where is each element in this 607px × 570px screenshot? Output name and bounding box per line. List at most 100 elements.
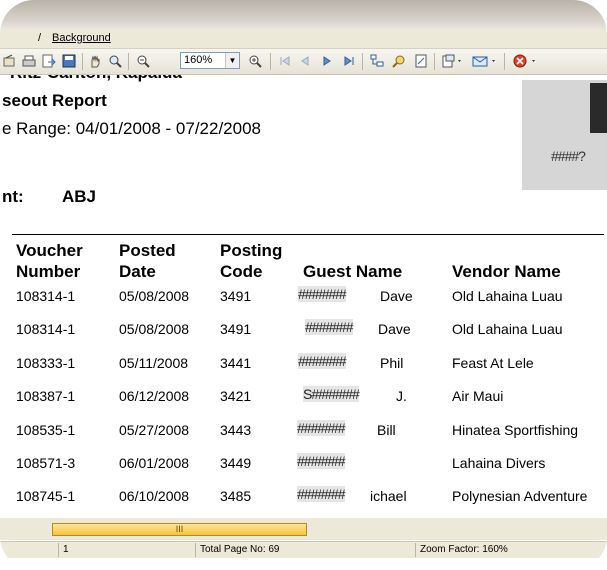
print-icon[interactable]: [20, 52, 38, 70]
horizontal-scrollbar[interactable]: III: [0, 518, 607, 540]
status-bar: 1 Total Page No: 69 Zoom Factor: 160%: [0, 541, 607, 558]
status-zoom-factor: Zoom Factor: 160%: [415, 543, 600, 557]
vendor-name-cell: Polynesian Adventure: [452, 488, 588, 504]
voucher-number-cell: 108387-1: [16, 388, 76, 404]
menu-background[interactable]: Background: [52, 32, 111, 44]
posting-code-cell: 3449: [220, 455, 252, 471]
first-page-icon[interactable]: [276, 52, 294, 70]
status-current-page: 1: [58, 543, 191, 557]
posted-date-cell: 06/01/2008: [119, 455, 190, 471]
hand-tool-icon[interactable]: [86, 52, 104, 70]
window-caption: [0, 0, 607, 30]
logo-mark: [590, 83, 607, 133]
toolbar: 160% ▼: [0, 49, 607, 75]
vendor-name-cell: Air Maui: [452, 388, 504, 404]
guest-name-redaction: #######: [298, 286, 347, 302]
posted-date-cell: 06/10/2008: [119, 488, 190, 504]
col-header-posting-line1: Posting: [220, 241, 283, 260]
guest-name-cell: Phil: [380, 355, 404, 371]
guest-name-redaction: #######: [298, 353, 347, 369]
col-header-voucher-line2: Number: [16, 262, 81, 281]
report-title: seout Report: [2, 91, 107, 110]
guest-name-cell: ichael: [370, 488, 407, 504]
guest-name-redaction: #######: [297, 420, 346, 436]
export-menu-icon[interactable]: [440, 52, 466, 70]
toolbar-separator: [504, 53, 505, 70]
vendor-name-cell: Hinatea Sportfishing: [452, 422, 579, 438]
menu-item-edge[interactable]: /: [38, 32, 41, 44]
vendor-name-cell: Old Lahaina Luau: [452, 288, 563, 304]
col-header-posted-line1: Posted: [119, 241, 176, 260]
menu-bar: / Background: [0, 30, 607, 49]
last-page-icon[interactable]: [340, 52, 358, 70]
page-setup-icon[interactable]: [412, 52, 430, 70]
guest-name-redaction: #######: [305, 319, 354, 335]
table-top-rule: [12, 234, 604, 235]
print-setup-icon[interactable]: [0, 52, 18, 70]
posting-code-cell: 3491: [220, 321, 252, 337]
vendor-name-cell: Feast At Lele: [452, 355, 534, 371]
posted-date-cell: 05/27/2008: [119, 422, 190, 438]
toolbar-separator: [82, 53, 83, 70]
posting-code-cell: 3443: [220, 422, 252, 438]
col-header-voucher: Voucher Number: [16, 240, 83, 282]
posting-code-cell: 3421: [220, 388, 252, 404]
col-header-posting-code: Posting Code: [220, 240, 282, 282]
col-header-guest-name: Guest Name: [303, 262, 403, 281]
voucher-number-cell: 108745-1: [16, 488, 76, 504]
voucher-number-cell: 108535-1: [16, 422, 76, 438]
guest-name-redaction: #######: [297, 453, 346, 469]
toolbar-separator: [270, 53, 271, 70]
agent-label: nt:: [2, 187, 24, 206]
guest-name-cell: Dave: [380, 288, 413, 304]
close-report-icon[interactable]: [510, 52, 540, 70]
toolbar-separator: [434, 53, 435, 70]
scroll-thumb-grip: III: [175, 524, 184, 534]
hotel-name: Ritz-Carlton, Kapalua: [10, 75, 182, 83]
posting-code-cell: 3441: [220, 355, 252, 371]
next-page-icon[interactable]: [318, 52, 336, 70]
export-icon[interactable]: [40, 52, 58, 70]
scroll-thumb[interactable]: III: [52, 523, 307, 536]
logo-redaction: ####?: [551, 148, 586, 164]
report-page: Ritz-Carlton, Kapalua seout Report e Ran…: [0, 75, 607, 517]
guest-name-cell: J.: [396, 388, 407, 404]
posted-date-cell: 06/12/2008: [119, 388, 190, 404]
save-icon[interactable]: [60, 52, 78, 70]
date-range: e Range: 04/01/2008 - 07/22/2008: [2, 119, 261, 138]
email-icon[interactable]: [470, 52, 500, 70]
col-header-posted-date: Posted Date: [119, 240, 176, 282]
voucher-number-cell: 108333-1: [16, 355, 76, 371]
zoom-out-icon[interactable]: [134, 52, 152, 70]
zoom-tool-icon[interactable]: [106, 52, 124, 70]
guest-name-cell: Dave: [378, 321, 411, 337]
zoom-in-icon[interactable]: [246, 52, 264, 70]
posted-date-cell: 05/08/2008: [119, 288, 190, 304]
posting-code-cell: 3485: [220, 488, 252, 504]
zoom-select-spacer: [154, 52, 172, 70]
report-viewer-window: / Background 160% ▼ seout Report e Range…: [0, 0, 607, 570]
posting-code-cell: 3491: [220, 288, 252, 304]
voucher-number-cell: 108571-3: [16, 455, 76, 471]
guest-name-redaction: #######: [297, 486, 346, 502]
search-icon[interactable]: [390, 52, 408, 70]
toolbar-separator: [128, 53, 129, 70]
voucher-number-cell: 108314-1: [16, 321, 76, 337]
chevron-down-icon[interactable]: ▼: [225, 53, 239, 68]
toolbar-separator: [362, 53, 363, 70]
posted-date-cell: 05/08/2008: [119, 321, 190, 337]
group-tree-icon[interactable]: [368, 52, 386, 70]
agent-value: ABJ: [62, 187, 97, 206]
voucher-number-cell: 108314-1: [16, 288, 76, 304]
col-header-voucher-line1: Voucher: [16, 241, 83, 260]
zoom-select[interactable]: 160% ▼: [180, 52, 240, 69]
col-header-posting-line2: Code: [220, 262, 263, 281]
col-header-vendor-name: Vendor Name: [452, 262, 561, 281]
vendor-name-cell: Old Lahaina Luau: [452, 321, 563, 337]
status-total-pages: Total Page No: 69: [195, 543, 412, 557]
zoom-select-value: 160%: [184, 54, 213, 66]
guest-name-redaction: S#######: [303, 386, 360, 402]
col-header-posted-line2: Date: [119, 262, 156, 281]
vendor-name-cell: Lahaina Divers: [452, 455, 546, 471]
prev-page-icon[interactable]: [296, 52, 314, 70]
